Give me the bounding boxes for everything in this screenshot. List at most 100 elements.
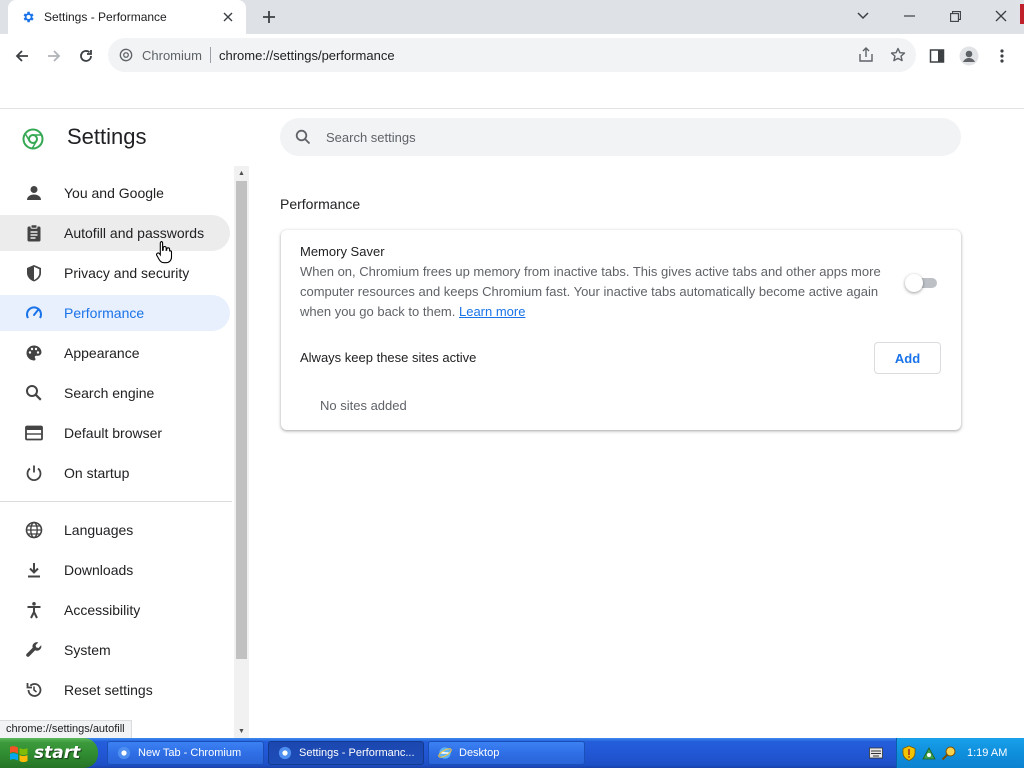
security-shield-icon[interactable] <box>901 745 917 761</box>
reload-button[interactable] <box>72 42 100 70</box>
tab-strip: Settings - Performance <box>0 0 1024 34</box>
tab-search-chevron-icon[interactable] <box>840 2 886 30</box>
sidebar-item-search-engine[interactable]: Search engine <box>0 375 230 411</box>
no-sites-added-text: No sites added <box>320 398 407 413</box>
close-tab-icon[interactable] <box>220 9 236 25</box>
sidebar-item-label: Languages <box>64 522 134 538</box>
chromium-app-icon <box>116 745 132 761</box>
tab-title: Settings - Performance <box>44 10 167 24</box>
back-button[interactable] <box>8 42 36 70</box>
shield-icon <box>24 263 44 283</box>
wrench-icon <box>24 640 44 660</box>
bookmark-star-icon[interactable] <box>884 41 912 69</box>
memory-saver-description: When on, Chromium frees up memory from i… <box>300 262 890 322</box>
windows-taskbar: start New Tab - Chromium Settings - Perf… <box>0 738 1024 768</box>
sidebar-item-label: Privacy and security <box>64 265 190 281</box>
sidebar-item-system[interactable]: System <box>0 632 230 668</box>
sidebar-item-you-and-google[interactable]: You and Google <box>0 175 230 211</box>
forward-button[interactable] <box>40 42 68 70</box>
sidebar-item-downloads[interactable]: Downloads <box>0 552 230 588</box>
sidebar-item-on-startup[interactable]: On startup <box>0 455 230 491</box>
sidebar-item-label: On startup <box>64 465 130 481</box>
sidebar-divider <box>0 501 232 502</box>
more-menu-icon[interactable] <box>988 42 1016 70</box>
taskbar-item-label: Desktop <box>459 747 500 759</box>
scrollbar-thumb[interactable] <box>236 181 247 659</box>
palette-icon <box>24 343 44 363</box>
toggle-knob <box>905 274 923 292</box>
minimize-button[interactable] <box>886 2 932 30</box>
new-tab-button[interactable] <box>258 6 280 28</box>
sidebar-item-languages[interactable]: Languages <box>0 512 230 548</box>
search-settings-input[interactable]: Search settings <box>280 118 961 156</box>
memory-saver-toggle[interactable] <box>905 274 939 292</box>
hand-cursor-icon <box>156 240 173 264</box>
sidebar-item-performance[interactable]: Performance <box>0 295 230 331</box>
browser-toolbar: Chromium chrome://settings/performance <box>0 34 1024 76</box>
reset-icon <box>24 680 44 700</box>
url-text[interactable]: chrome://settings/performance <box>219 48 852 63</box>
search-tray-icon[interactable] <box>941 745 957 761</box>
sidebar-item-label: Accessibility <box>64 602 141 618</box>
sidebar-item-label: Performance <box>64 305 145 321</box>
keyboard-icon[interactable] <box>868 745 884 761</box>
sidebar-item-label: Autofill and passwords <box>64 225 205 241</box>
start-button[interactable]: start <box>0 738 98 768</box>
person-icon <box>24 183 44 203</box>
sidebar-item-privacy[interactable]: Privacy and security <box>0 255 230 291</box>
internet-explorer-icon <box>437 745 453 761</box>
always-keep-sites-active-title: Always keep these sites active <box>300 350 477 365</box>
start-label: start <box>34 743 81 763</box>
close-window-button[interactable] <box>978 2 1024 30</box>
memory-saver-title: Memory Saver <box>300 244 385 259</box>
taskbar-item-desktop[interactable]: Desktop <box>428 741 585 765</box>
section-title: Performance <box>280 196 361 212</box>
memory-saver-card: Memory Saver When on, Chromium frees up … <box>281 230 961 430</box>
settings-sidebar: You and Google Autofill and passwords Pr… <box>0 166 234 738</box>
search-icon <box>24 383 44 403</box>
share-icon[interactable] <box>852 41 880 69</box>
system-tray: 1:19 AM <box>896 738 1024 768</box>
scroll-down-arrow-icon[interactable]: ▼ <box>234 724 249 738</box>
sidebar-item-label: You and Google <box>64 185 164 201</box>
windows-flag-icon <box>10 746 28 763</box>
chromium-logo-icon <box>22 128 44 150</box>
sidebar-item-label: Default browser <box>64 425 163 441</box>
download-icon <box>24 560 44 580</box>
globe-icon <box>24 520 44 540</box>
restore-button[interactable] <box>932 2 978 30</box>
profile-avatar-icon[interactable] <box>955 42 983 70</box>
omnibox-separator <box>209 47 211 63</box>
tab-settings-performance[interactable]: Settings - Performance <box>8 0 246 34</box>
speedometer-icon <box>24 303 44 323</box>
page-title: Settings <box>67 124 147 149</box>
chromium-site-icon[interactable] <box>118 47 134 63</box>
sidebar-item-default-browser[interactable]: Default browser <box>0 415 230 451</box>
learn-more-link[interactable]: Learn more <box>459 304 525 319</box>
sidebar-item-reset-settings[interactable]: Reset settings <box>0 672 230 708</box>
network-icon[interactable] <box>921 745 937 761</box>
sidebar-item-autofill[interactable]: Autofill and passwords <box>0 215 230 251</box>
browser-window-icon <box>24 423 44 443</box>
sidebar-item-accessibility[interactable]: Accessibility <box>0 592 230 628</box>
scroll-up-arrow-icon[interactable]: ▲ <box>234 166 249 180</box>
status-bubble-url: chrome://settings/autofill <box>0 720 132 738</box>
taskbar-clock: 1:19 AM <box>967 747 1008 759</box>
gear-icon <box>20 9 36 25</box>
sidebar-item-label: Search engine <box>64 385 155 401</box>
sidebar-item-appearance[interactable]: Appearance <box>0 335 230 371</box>
add-site-button[interactable]: Add <box>874 342 941 374</box>
sidebar-item-label: System <box>64 642 111 658</box>
window-edge <box>1020 4 1024 24</box>
sidebar-scrollbar[interactable]: ▲ ▼ <box>234 166 249 738</box>
taskbar-item-new-tab[interactable]: New Tab - Chromium <box>107 741 264 765</box>
side-panel-icon[interactable] <box>923 42 951 70</box>
taskbar-item-settings[interactable]: Settings - Performanc... <box>268 741 424 765</box>
site-name: Chromium <box>142 47 202 63</box>
memory-saver-description-text: When on, Chromium frees up memory from i… <box>300 264 881 319</box>
address-bar[interactable]: Chromium chrome://settings/performance <box>108 38 916 72</box>
taskbar-item-label: New Tab - Chromium <box>138 747 242 759</box>
sidebar-item-label: Reset settings <box>64 682 153 698</box>
sidebar-item-label: Appearance <box>64 345 140 361</box>
search-icon <box>294 128 312 146</box>
